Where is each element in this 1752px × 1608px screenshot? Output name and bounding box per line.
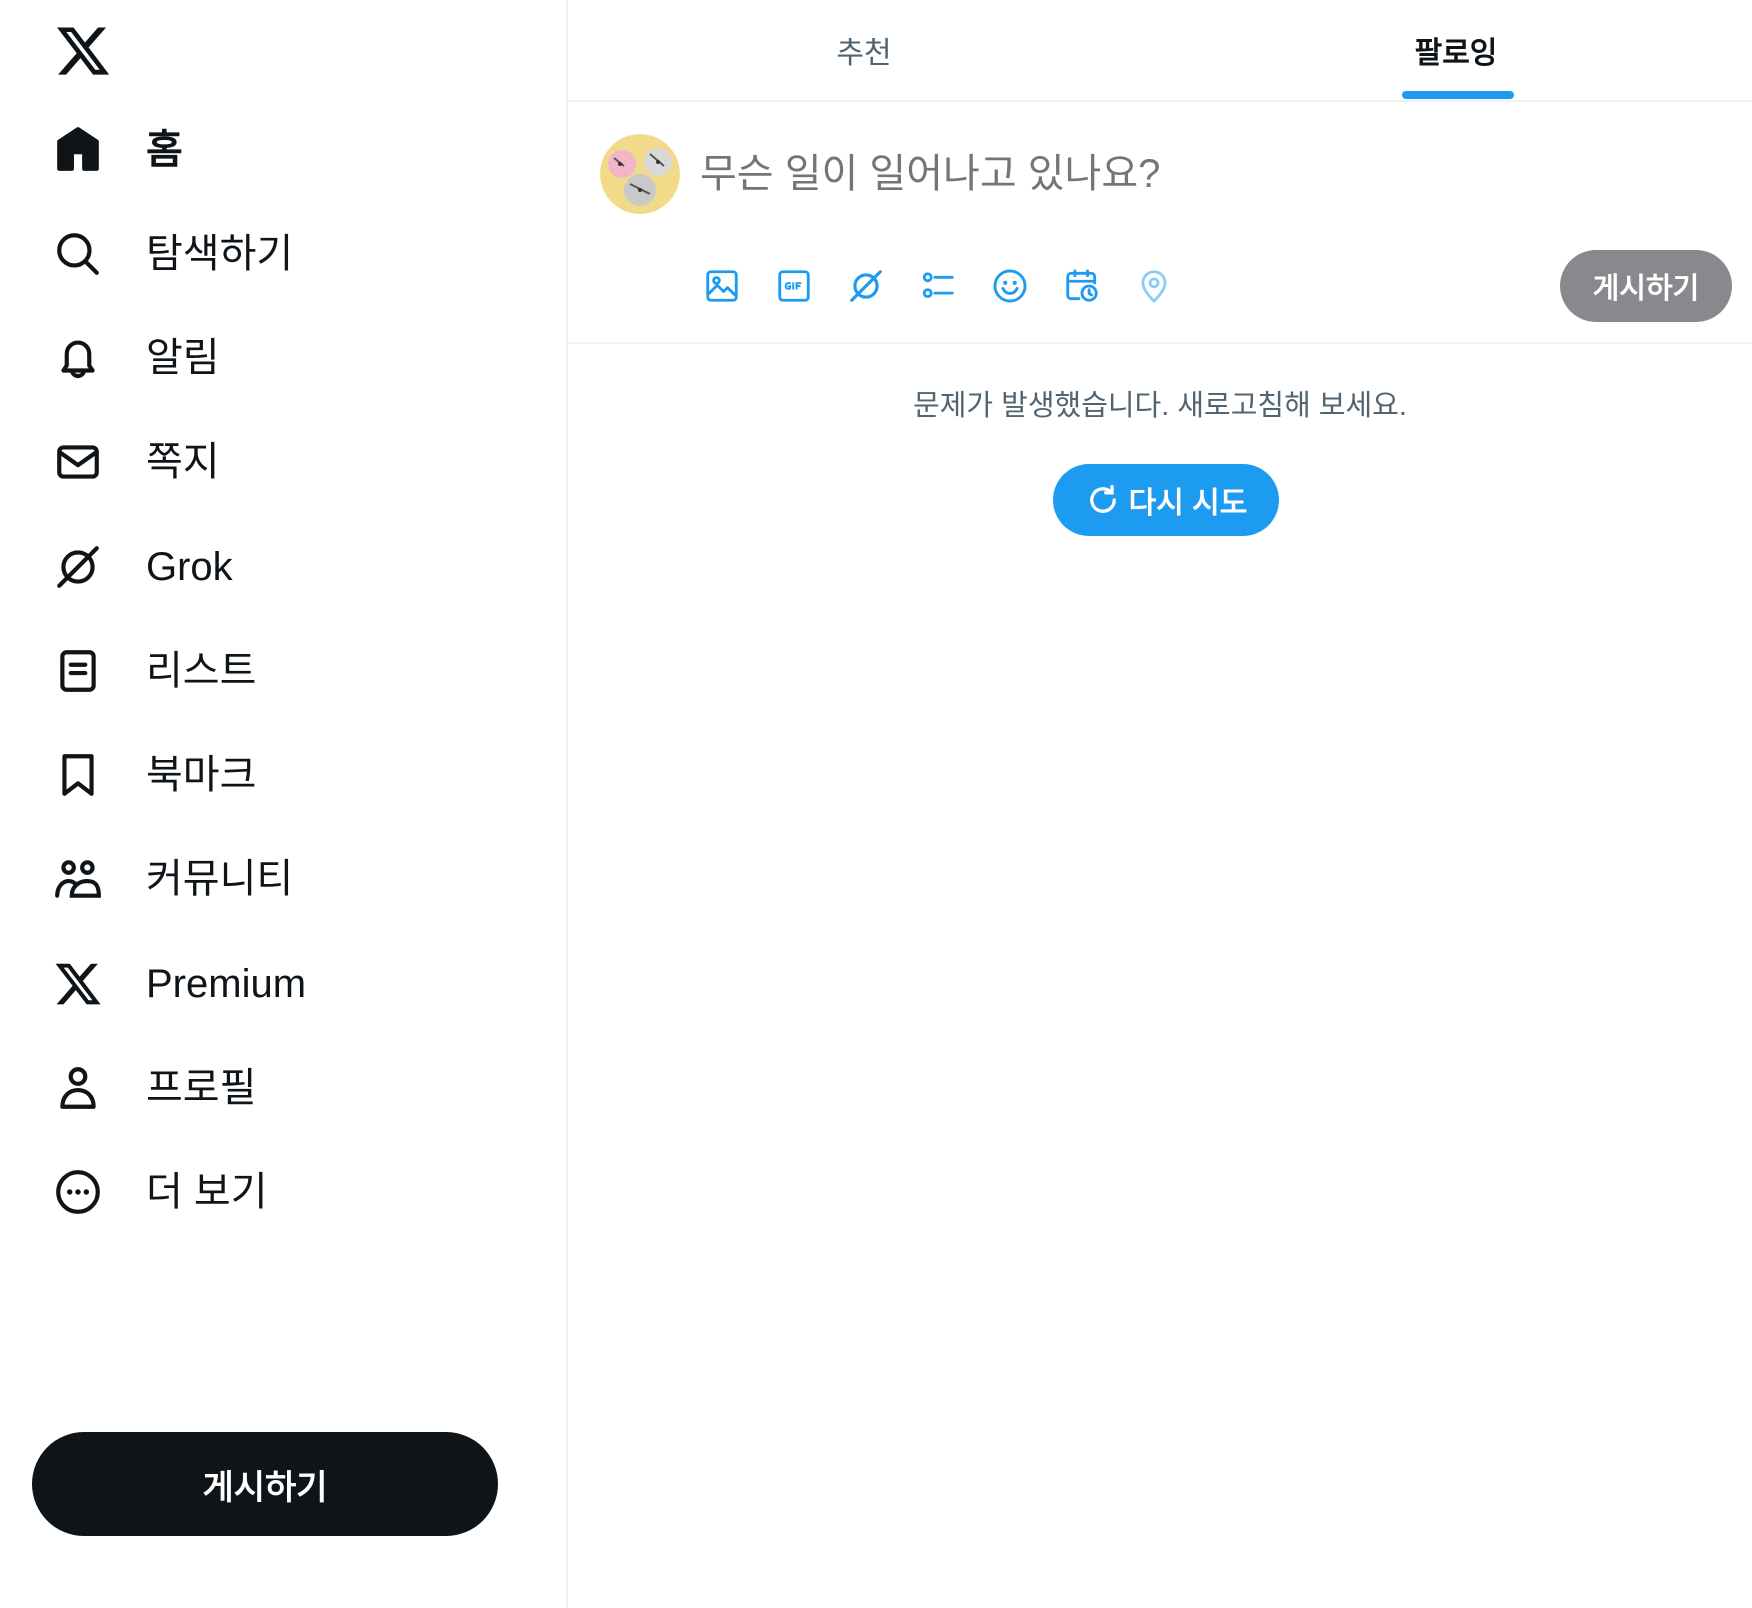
schedule-icon[interactable] <box>1056 260 1108 312</box>
post-composer: 게시하기 <box>568 102 1752 344</box>
gif-icon[interactable] <box>768 260 820 312</box>
nav-item-premium[interactable]: Premium <box>54 952 306 1016</box>
nav-label: 커뮤니티 <box>146 857 294 901</box>
post-button[interactable]: 게시하기 <box>32 1432 498 1536</box>
main-column: 추천 팔로잉 무슨 일이 일어나고 있나요? 게시하기 문제가 발생했습니다. … <box>568 0 1752 1608</box>
nav-label: Grok <box>146 545 233 589</box>
nav-label: 홈 <box>146 128 183 172</box>
tab-for-you[interactable]: 추천 <box>568 0 1160 100</box>
search-icon <box>50 226 106 282</box>
nav-item-lists[interactable]: 리스트 <box>54 639 256 703</box>
person-icon <box>50 1060 106 1116</box>
composer-input[interactable] <box>700 146 1580 202</box>
timeline-tabs: 추천 팔로잉 <box>568 0 1752 102</box>
active-tab-indicator <box>1402 91 1514 99</box>
poll-icon[interactable] <box>912 260 964 312</box>
grok-icon[interactable] <box>840 260 892 312</box>
list-icon <box>50 643 106 699</box>
bell-icon <box>50 330 106 386</box>
bookmark-icon <box>50 747 106 803</box>
retry-button[interactable]: 다시 시도 <box>1053 464 1279 536</box>
nav-item-messages[interactable]: 쪽지 <box>54 430 220 494</box>
nav-label: 북마크 <box>146 753 257 797</box>
nav-item-notifications[interactable]: 알림 <box>54 326 220 390</box>
nav-label: 리스트 <box>146 649 257 693</box>
image-icon[interactable] <box>696 260 748 312</box>
x-premium-icon <box>50 956 106 1012</box>
nav-label: 탐색하기 <box>146 232 294 276</box>
grok-icon <box>50 539 106 595</box>
nav-item-profile[interactable]: 프로필 <box>54 1056 256 1120</box>
error-message: 문제가 발생했습니다. 새로고침해 보세요. <box>913 390 1407 422</box>
retry-label: 다시 시도 <box>1128 487 1248 520</box>
nav-item-more[interactable]: 더 보기 <box>54 1160 268 1224</box>
nav-label: 쪽지 <box>146 440 220 484</box>
location-icon[interactable] <box>1128 260 1180 312</box>
nav-label: Premium <box>146 962 307 1006</box>
nav-item-explore[interactable]: 탐색하기 <box>54 222 293 286</box>
avatar[interactable] <box>600 134 680 214</box>
nav-label: 알림 <box>146 336 220 380</box>
communities-icon <box>50 851 106 907</box>
more-circle-icon <box>50 1164 106 1220</box>
composer-post-button[interactable]: 게시하기 <box>1560 250 1732 322</box>
nav-item-home[interactable]: 홈 <box>54 118 183 182</box>
envelope-icon <box>50 434 106 490</box>
emoji-icon[interactable] <box>984 260 1036 312</box>
tab-following[interactable]: 팔로잉 <box>1160 0 1752 100</box>
nav-item-bookmarks[interactable]: 북마크 <box>54 743 256 807</box>
sidebar: 홈 탐색하기 알림 쪽지 Grok 리스트 북마크 커뮤니티 Premium 프… <box>0 0 566 1608</box>
composer-toolbar <box>696 260 1200 312</box>
nav-item-grok[interactable]: Grok <box>54 535 233 599</box>
refresh-icon <box>1089 484 1116 513</box>
home-icon <box>50 122 106 178</box>
nav-label: 더 보기 <box>146 1170 268 1214</box>
nav-label: 프로필 <box>146 1066 257 1110</box>
x-logo-icon[interactable] <box>54 22 112 80</box>
nav-item-communities[interactable]: 커뮤니티 <box>54 847 293 911</box>
